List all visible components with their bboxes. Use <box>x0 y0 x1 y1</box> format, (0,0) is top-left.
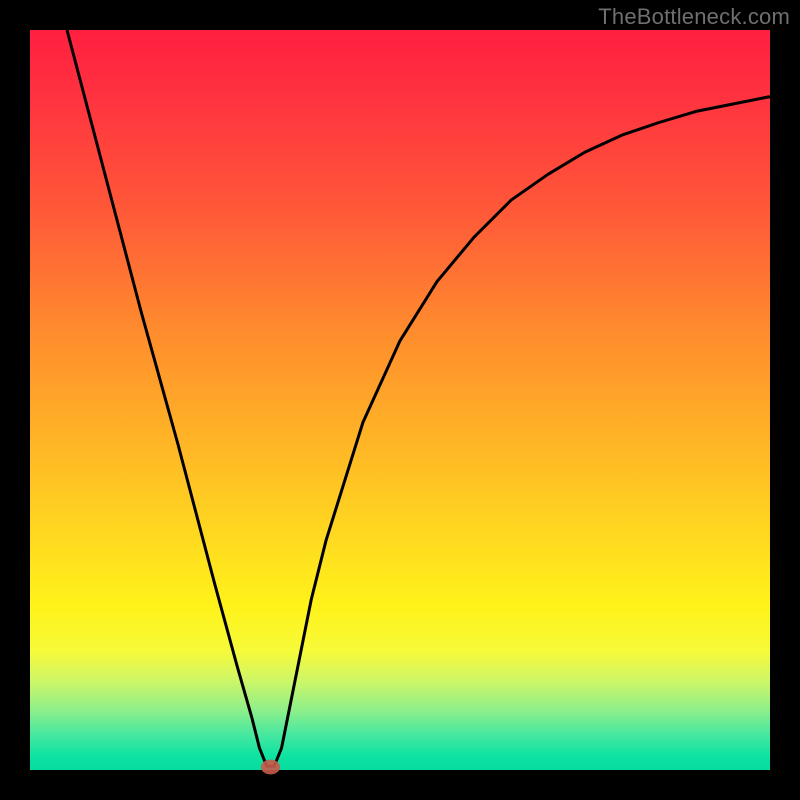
bottleneck-curve <box>67 30 770 766</box>
plot-area <box>30 30 770 770</box>
watermark-text: TheBottleneck.com <box>598 4 790 30</box>
chart-svg <box>30 30 770 770</box>
bottleneck-marker <box>261 760 280 775</box>
chart-frame: TheBottleneck.com <box>0 0 800 800</box>
